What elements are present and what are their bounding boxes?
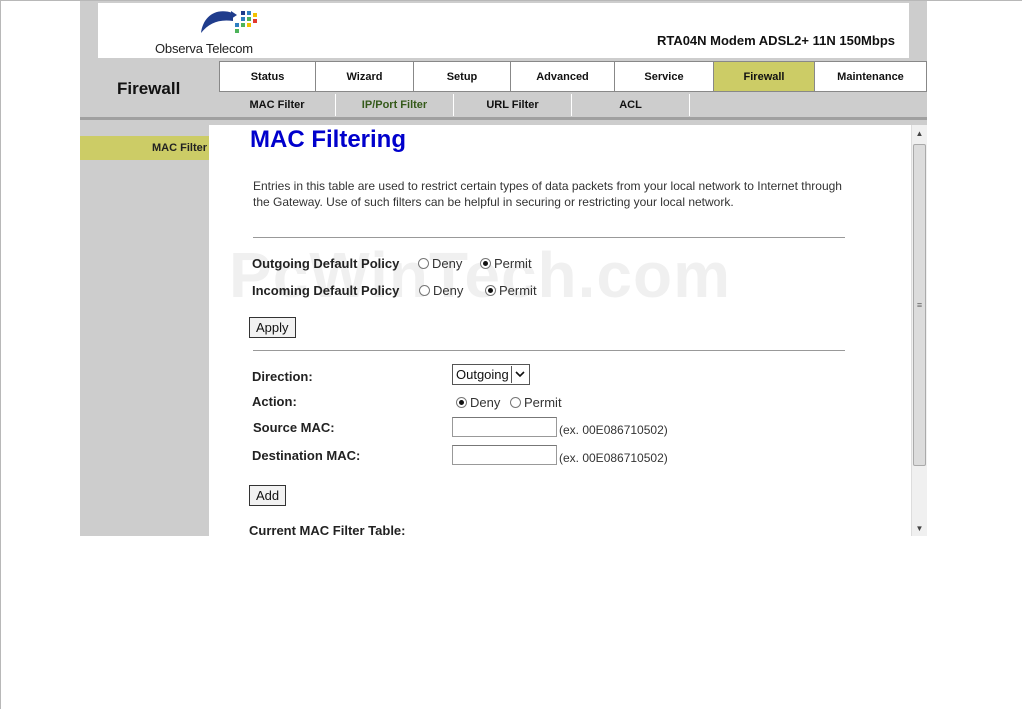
radio-label: Deny xyxy=(433,283,464,298)
radio-icon xyxy=(419,285,430,296)
source-mac-label: Source MAC: xyxy=(253,420,335,435)
incoming-permit-radio[interactable]: Permit xyxy=(485,283,537,298)
radio-checked-icon xyxy=(456,397,467,408)
brand-name: Observa Telecom xyxy=(155,41,253,56)
destination-mac-input[interactable] xyxy=(452,445,557,465)
subtab-ip-port-filter[interactable]: IP/Port Filter xyxy=(336,94,454,116)
section-title: Firewall xyxy=(117,79,181,98)
header-banner: Observa Telecom RTA04N Modem ADSL2+ 11N … xyxy=(98,3,909,58)
tab-maintenance[interactable]: Maintenance xyxy=(815,61,927,92)
subtab-url-filter[interactable]: URL Filter xyxy=(454,94,572,116)
radio-label: Deny xyxy=(432,256,463,271)
direction-value: Outgoing xyxy=(456,367,509,382)
direction-label: Direction: xyxy=(252,369,313,384)
divider xyxy=(80,117,927,120)
page-description: Entries in this table are used to restri… xyxy=(253,179,842,209)
sidebar-item-mac-filter[interactable]: MAC Filter xyxy=(80,136,209,160)
tab-service[interactable]: Service xyxy=(615,61,714,92)
subtab-mac-filter[interactable]: MAC Filter xyxy=(219,94,336,116)
apply-button[interactable]: Apply xyxy=(249,317,296,338)
destination-mac-example: (ex. 00E086710502) xyxy=(559,451,668,465)
outgoing-permit-radio[interactable]: Permit xyxy=(480,256,532,271)
scroll-thumb[interactable]: ≡ xyxy=(913,144,926,466)
incoming-policy-label: Incoming Default Policy xyxy=(252,283,400,298)
outgoing-deny-radio[interactable]: Deny xyxy=(418,256,462,271)
main-content: PcWinTech.com MAC Filtering Entries in t… xyxy=(209,125,911,536)
action-deny-radio[interactable]: Deny xyxy=(456,395,500,410)
router-frame: Observa Telecom RTA04N Modem ADSL2+ 11N … xyxy=(80,1,927,536)
tab-wizard[interactable]: Wizard xyxy=(316,61,414,92)
scroll-down-icon[interactable]: ▼ xyxy=(912,520,927,536)
scrollbar[interactable]: ▲ ≡ ▼ xyxy=(911,125,927,536)
radio-label: Permit xyxy=(494,256,532,271)
sub-nav: MAC Filter IP/Port Filter URL Filter ACL xyxy=(219,94,690,116)
radio-icon xyxy=(418,258,429,269)
radio-label: Permit xyxy=(524,395,562,410)
page-title: MAC Filtering xyxy=(250,126,406,153)
radio-label: Deny xyxy=(470,395,501,410)
outgoing-policy-label: Outgoing Default Policy xyxy=(252,256,400,271)
chevron-down-icon xyxy=(511,366,528,383)
direction-select[interactable]: Outgoing xyxy=(452,364,530,385)
radio-checked-icon xyxy=(480,258,491,269)
radio-icon xyxy=(510,397,521,408)
watermark: PcWinTech.com xyxy=(229,239,731,311)
add-button[interactable]: Add xyxy=(249,485,287,506)
divider xyxy=(253,350,845,351)
tab-status[interactable]: Status xyxy=(219,61,316,92)
tab-setup[interactable]: Setup xyxy=(414,61,511,92)
main-nav: Status Wizard Setup Advanced Service Fir… xyxy=(219,61,927,92)
source-mac-input[interactable] xyxy=(452,417,557,437)
incoming-deny-radio[interactable]: Deny xyxy=(419,283,463,298)
action-permit-radio[interactable]: Permit xyxy=(510,395,562,410)
subtab-acl[interactable]: ACL xyxy=(572,94,690,116)
model-name: RTA04N Modem ADSL2+ 11N 150Mbps xyxy=(656,33,895,48)
action-label: Action: xyxy=(252,394,297,409)
radio-label: Permit xyxy=(499,283,537,298)
tab-firewall[interactable]: Firewall xyxy=(714,61,815,92)
scroll-up-icon[interactable]: ▲ xyxy=(912,125,927,141)
tab-advanced[interactable]: Advanced xyxy=(511,61,615,92)
source-mac-example: (ex. 00E086710502) xyxy=(559,423,668,437)
divider xyxy=(253,237,845,238)
destination-mac-label: Destination MAC: xyxy=(252,448,361,463)
mac-table-heading: Current MAC Filter Table: xyxy=(249,523,406,536)
radio-checked-icon xyxy=(485,285,496,296)
